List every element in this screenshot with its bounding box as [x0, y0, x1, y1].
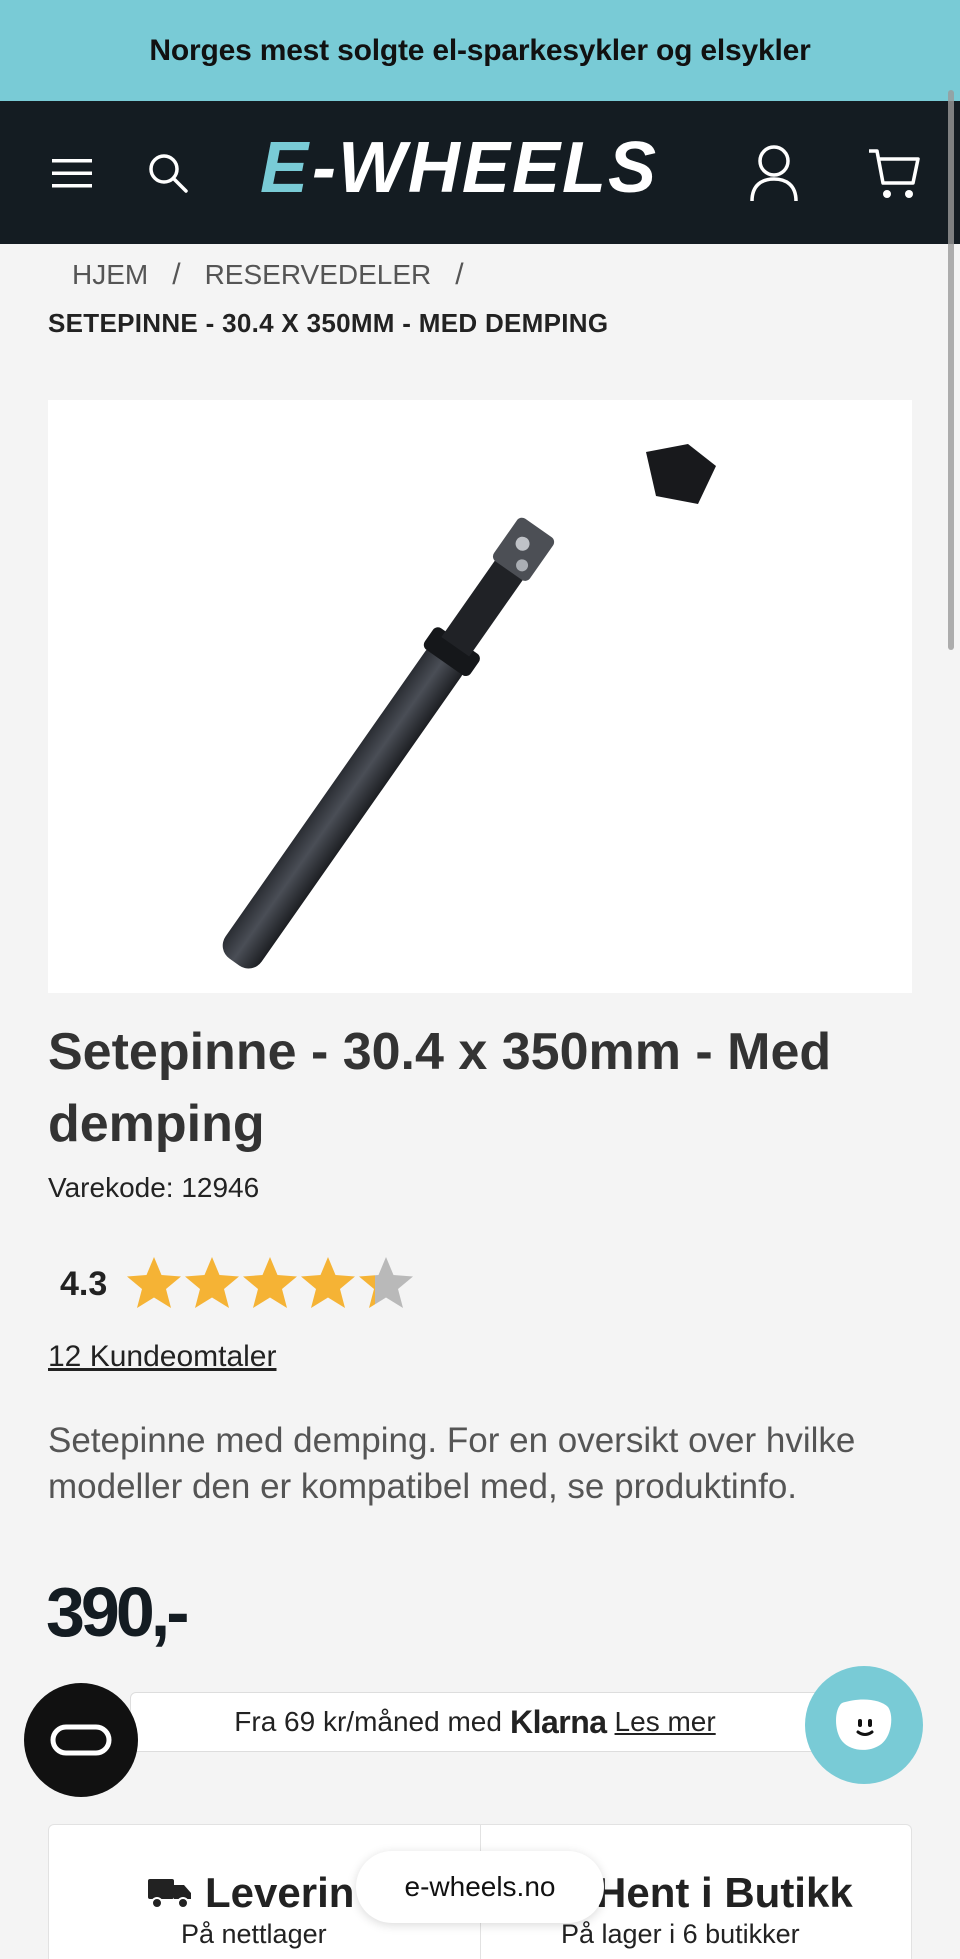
pickup-subtitle: På lager i 6 butikker — [561, 1919, 800, 1949]
sku: Varekode: 12946 — [48, 1172, 259, 1204]
breadcrumb-home[interactable]: HJEM — [48, 259, 172, 291]
product-price: 390,- — [46, 1573, 190, 1651]
ewheels-logo[interactable]: E -WHEELS — [260, 128, 700, 208]
star-icon — [185, 1257, 240, 1308]
pickup-title: Hent i Butikk — [596, 1869, 853, 1916]
star-icon — [301, 1257, 356, 1308]
browser-url-bar[interactable]: e-wheels.no — [356, 1851, 604, 1923]
reviews-link[interactable]: 12 Kundeomtaler — [48, 1340, 277, 1374]
star-rating — [125, 1255, 415, 1313]
truck-icon — [148, 1879, 191, 1909]
breadcrumb-separator: / — [172, 258, 181, 291]
sku-label: Varekode: — [48, 1172, 174, 1203]
account-icon[interactable] — [742, 101, 806, 244]
breadcrumb-current: SETEPINNE - 30.4 X 350MM - MED DEMPING — [48, 308, 609, 338]
loop-widget-button[interactable] — [24, 1683, 138, 1797]
logo-wheels-text: -WHEELS — [312, 128, 658, 208]
klarna-logo: Klarna — [509, 1703, 607, 1740]
browser-url: e-wheels.no — [404, 1871, 556, 1902]
top-banner: Norges mest solgte el-sparkesykler og el… — [0, 0, 960, 101]
klarna-read-more-link[interactable]: Les mer — [615, 1706, 716, 1738]
shipping-subtitle: På nettlager — [181, 1919, 327, 1949]
klarna-prefix: Fra 69 kr/måned med — [234, 1706, 502, 1737]
shipping-title: Leverin — [205, 1869, 355, 1916]
breadcrumb-separator: / — [455, 258, 464, 291]
rating: 4.3 — [60, 1255, 415, 1313]
product-title: Setepinne - 30.4 x 350mm - Med demping — [48, 1023, 832, 1153]
product-description: Setepinne med demping. For en oversikt o… — [48, 1421, 856, 1506]
cart-icon[interactable] — [862, 101, 926, 244]
rating-value: 4.3 — [60, 1264, 108, 1303]
sku-value: 12946 — [181, 1172, 260, 1203]
banner-text: Norges mest solgte el-sparkesykler og el… — [149, 33, 811, 67]
chat-smiley-icon — [836, 1699, 892, 1750]
logo-e-letter: E — [260, 128, 310, 208]
page-scrollbar[interactable] — [948, 90, 954, 650]
star-icon — [359, 1257, 414, 1308]
chat-button[interactable] — [805, 1666, 923, 1784]
klarna-financing-bar: Fra 69 kr/måned med Klarna Les mer — [130, 1692, 820, 1752]
star-icon — [243, 1257, 298, 1308]
star-icon — [127, 1257, 182, 1308]
loop-icon — [50, 1724, 112, 1756]
search-icon[interactable] — [140, 101, 196, 244]
breadcrumb: HJEM / RESERVEDELER / — [48, 258, 464, 292]
menu-icon[interactable] — [44, 101, 100, 244]
breadcrumb-spare-parts[interactable]: RESERVEDELER — [181, 259, 456, 291]
product-image[interactable] — [48, 400, 912, 993]
